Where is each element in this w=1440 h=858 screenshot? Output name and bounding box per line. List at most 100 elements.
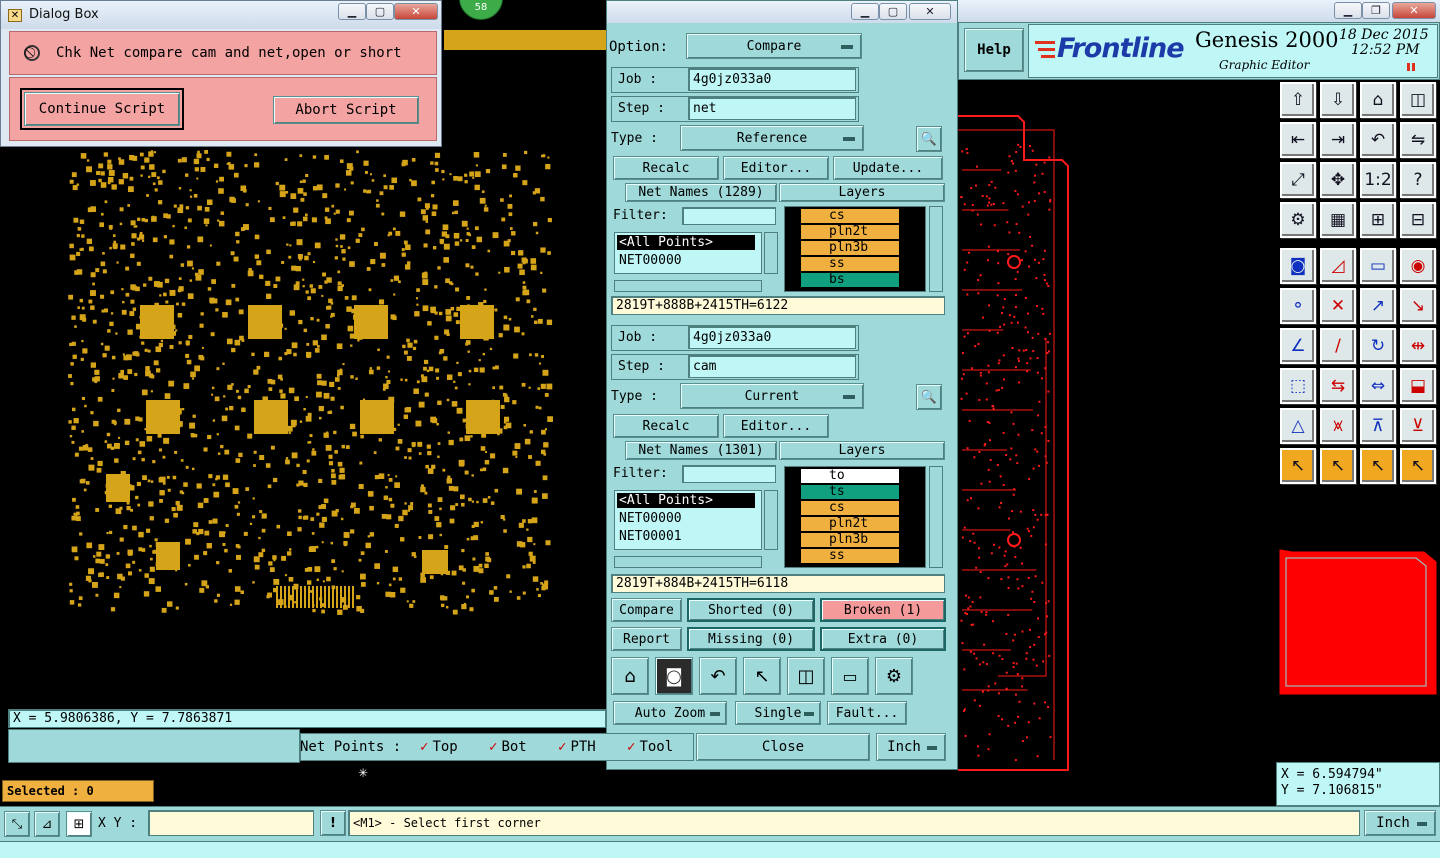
cur-net-scrollbar[interactable] (764, 490, 778, 550)
ref-layer-scrollbar[interactable] (929, 206, 943, 292)
cur-net-list[interactable]: <All Points> NET00000 NET00001 (614, 490, 762, 550)
ref-update-button[interactable]: Update... (833, 156, 943, 180)
net-list-item[interactable]: <All Points> (617, 235, 755, 250)
pan-icon[interactable]: ✥ (1320, 162, 1356, 198)
pointer-a-icon[interactable]: ↖ (1280, 448, 1316, 484)
top-checkbox[interactable]: ✓ Top (420, 739, 458, 755)
measure-icon[interactable]: ⊿ (34, 811, 60, 837)
auto-zoom-menu[interactable]: Auto Zoom (613, 701, 727, 725)
pad-icon[interactable]: ◙ (1280, 248, 1316, 284)
ruler-icon[interactable]: ▭ (1360, 248, 1396, 284)
ref-step-field[interactable]: net (688, 97, 856, 120)
net-list-item[interactable]: NET00000 (617, 253, 755, 268)
net-list-item[interactable]: <All Points> (617, 493, 755, 508)
bot-checkbox[interactable]: ✓ Bot (489, 739, 527, 755)
dialog-title-bar[interactable]: ✕ Dialog Box ▁ ▢ ✕ (1, 1, 441, 29)
ref-net-scrollbar[interactable] (764, 232, 778, 274)
pointer-b-icon[interactable]: ↖ (1320, 448, 1356, 484)
minimize-icon[interactable]: ▁ (338, 3, 366, 20)
cross-icon[interactable]: ✕ (1320, 288, 1356, 324)
layer-item[interactable]: to (801, 469, 899, 483)
layers-a-icon[interactable]: ⊞ (1360, 202, 1396, 238)
vector-a-icon[interactable]: ↗ (1360, 288, 1396, 324)
arrow-b-icon[interactable]: ⊻ (1400, 408, 1436, 444)
shape-icon[interactable]: ◿ (1320, 248, 1356, 284)
zoom-area-icon[interactable]: ⤡ (4, 811, 30, 837)
cur-layer-scrollbar[interactable] (929, 466, 943, 568)
triangle-b-icon[interactable]: ⩙ (1320, 408, 1356, 444)
option-menu[interactable]: Compare (686, 33, 862, 59)
move-up-icon[interactable]: ⇧ (1280, 82, 1316, 118)
cur-filter-input[interactable] (682, 465, 776, 483)
warning-icon[interactable]: ! (320, 810, 346, 836)
ref-net-list[interactable]: <All Points> NET00000 (614, 232, 762, 274)
vector-b-icon[interactable]: ↘ (1400, 288, 1436, 324)
settings-icon[interactable]: ⚙ (875, 657, 913, 695)
rotate-icon[interactable]: ↻ (1360, 328, 1396, 364)
triangle-a-icon[interactable]: △ (1280, 408, 1316, 444)
ref-type-menu[interactable]: Reference (680, 125, 864, 151)
main-restore-icon[interactable]: ❐ (1362, 2, 1390, 19)
nc-minimize-icon[interactable]: ▁ (851, 3, 879, 20)
close-icon[interactable]: ✕ (394, 3, 438, 20)
continue-script-button[interactable]: Continue Script (24, 92, 180, 126)
target-icon[interactable]: ◉ (1400, 248, 1436, 284)
ref-recalc-button[interactable]: Recalc (613, 156, 719, 180)
layer-item[interactable]: pln3b (801, 241, 899, 255)
arrow-a-icon[interactable]: ⊼ (1360, 408, 1396, 444)
undo-view-icon[interactable]: ↶ (1360, 122, 1396, 158)
nc-close-icon[interactable]: ✕ (909, 3, 951, 20)
ref-zoom-icon[interactable]: 🔍 (916, 126, 942, 152)
compare-button[interactable]: Compare (611, 598, 682, 622)
home-icon[interactable]: ⌂ (611, 657, 649, 695)
home-view-icon[interactable]: ⌂ (1360, 82, 1396, 118)
layer-item[interactable]: ss (801, 257, 899, 271)
shift-left-icon[interactable]: ⇤ (1280, 122, 1316, 158)
window-icon[interactable]: ◫ (787, 657, 825, 695)
pad-select-icon[interactable]: ◙ (655, 657, 693, 695)
shorted-button[interactable]: Shorted (0) (687, 598, 815, 622)
unit-menu[interactable]: Inch (876, 733, 946, 761)
layer-item[interactable]: pln2t (801, 225, 899, 239)
mirror-icon[interactable]: ⇹ (1400, 328, 1436, 364)
ref-editor-button[interactable]: Editor... (723, 156, 829, 180)
close-button[interactable]: Close (696, 733, 870, 761)
cur-layer-list[interactable]: to ts cs pln2t pln3b ss (784, 466, 926, 568)
grid-icon[interactable]: ▦ (1320, 202, 1356, 238)
select-box-icon[interactable]: ⬚ (1280, 368, 1316, 404)
zoom-ratio-icon[interactable]: 1:2 (1360, 162, 1396, 198)
net-list-item[interactable]: NET00000 (617, 511, 755, 526)
pointer-d-icon[interactable]: ↖ (1400, 448, 1436, 484)
group-icon[interactable]: ⬓ (1400, 368, 1436, 404)
angle-icon[interactable]: ∠ (1280, 328, 1316, 364)
move-down-icon[interactable]: ⇩ (1320, 82, 1356, 118)
net-list-item[interactable]: NET00001 (617, 529, 755, 544)
connect-icon[interactable]: ⇆ (1320, 368, 1356, 404)
layer-item[interactable]: ts (801, 485, 899, 499)
scale-icon[interactable]: ⇔ (1360, 368, 1396, 404)
ref-layer-list[interactable]: cs pln2t pln3b ss bs (784, 206, 926, 292)
pth-checkbox[interactable]: ✓ PTH (558, 739, 596, 755)
line-icon[interactable]: ∕ (1320, 328, 1356, 364)
grid-snap-icon[interactable]: ⊞ (66, 811, 92, 837)
cur-net-hscroll[interactable] (614, 556, 762, 568)
help-button[interactable]: Help (964, 28, 1024, 72)
tool-checkbox[interactable]: ✓ Tool (627, 739, 673, 755)
ref-job-field[interactable]: 4g0jz033a0 (688, 68, 856, 91)
cur-recalc-button[interactable]: Recalc (613, 414, 719, 438)
split-view-icon[interactable]: ◫ (1400, 82, 1436, 118)
cur-zoom-icon[interactable]: 🔍 (916, 384, 942, 410)
main-minimize-icon[interactable]: ▁ (1334, 2, 1362, 19)
undo-icon[interactable]: ↶ (699, 657, 737, 695)
missing-button[interactable]: Missing (0) (687, 627, 815, 651)
layer-item[interactable]: cs (801, 209, 899, 223)
ref-net-hscroll[interactable] (614, 280, 762, 292)
nc-maximize-icon[interactable]: ▢ (879, 3, 907, 20)
pointer-c-icon[interactable]: ↖ (1360, 448, 1396, 484)
report-button[interactable]: Report (611, 627, 682, 651)
broken-button[interactable]: Broken (1) (820, 598, 946, 622)
maximize-icon[interactable]: ▢ (366, 3, 394, 20)
status-unit-menu[interactable]: Inch (1364, 810, 1436, 836)
shift-right-icon[interactable]: ⇥ (1320, 122, 1356, 158)
layer-item[interactable]: pln3b (801, 533, 899, 547)
